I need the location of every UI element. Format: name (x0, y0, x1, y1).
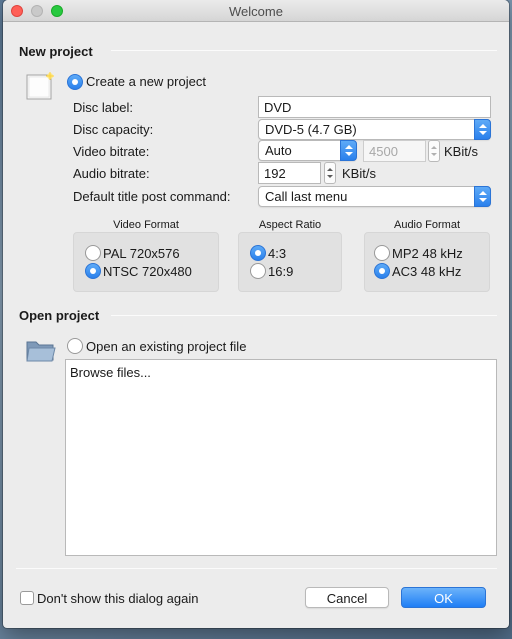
new-document-icon (25, 72, 55, 105)
disc-capacity-label: Disc capacity: (73, 122, 154, 137)
audio-format-group: MP2 48 kHz AC3 48 kHz (364, 232, 490, 292)
aspect-4-3-label[interactable]: 4:3 (268, 246, 286, 261)
dont-show-again-checkbox[interactable] (20, 591, 34, 605)
aspect-16-9-radio[interactable] (250, 263, 266, 279)
disc-capacity-select[interactable]: DVD-5 (4.7 GB) (258, 119, 491, 140)
open-existing-project-radio[interactable] (67, 338, 83, 354)
title-post-command-label: Default title post command: (73, 189, 231, 204)
video-format-title: Video Format (113, 219, 179, 231)
popup-arrows-icon (340, 140, 357, 161)
disc-label-field[interactable]: DVD (258, 96, 491, 118)
video-format-group: PAL 720x576 NTSC 720x480 (73, 232, 219, 292)
disc-capacity-value: DVD-5 (4.7 GB) (265, 122, 357, 137)
ntsc-radio[interactable] (85, 263, 101, 279)
video-bitrate-mode-select[interactable]: Auto (258, 140, 357, 161)
browse-files-area[interactable]: Browse files... (65, 359, 497, 556)
audio-bitrate-field[interactable]: 192 (258, 162, 321, 184)
video-bitrate-field[interactable]: 4500 (363, 140, 426, 162)
folder-icon (25, 336, 57, 367)
new-project-heading: New project (19, 44, 93, 59)
title-bar: Welcome (3, 0, 509, 22)
ac3-radio[interactable] (374, 263, 390, 279)
audio-bitrate-stepper[interactable] (324, 162, 336, 184)
popup-arrows-icon (474, 186, 491, 207)
create-new-project-label[interactable]: Create a new project (86, 74, 206, 89)
aspect-16-9-label[interactable]: 16:9 (268, 264, 293, 279)
dont-show-again-label[interactable]: Don't show this dialog again (37, 591, 198, 606)
footer-divider (16, 568, 497, 569)
video-bitrate-stepper[interactable] (428, 140, 440, 162)
ac3-label[interactable]: AC3 48 kHz (392, 264, 461, 279)
new-project-divider (111, 50, 497, 51)
pal-radio[interactable] (85, 245, 101, 261)
open-project-divider (111, 315, 497, 316)
open-project-heading: Open project (19, 308, 100, 323)
audio-bitrate-label: Audio bitrate: (73, 166, 150, 181)
disc-label-label: Disc label: (73, 100, 133, 115)
aspect-4-3-radio[interactable] (250, 245, 266, 261)
ntsc-label[interactable]: NTSC 720x480 (103, 264, 192, 279)
ok-button[interactable]: OK (401, 587, 486, 608)
aspect-ratio-title: Aspect Ratio (258, 219, 322, 231)
aspect-ratio-group: 4:3 16:9 (238, 232, 342, 292)
video-bitrate-mode-value: Auto (265, 143, 292, 158)
popup-arrows-icon (474, 119, 491, 140)
mp2-radio[interactable] (374, 245, 390, 261)
video-bitrate-label: Video bitrate: (73, 144, 150, 159)
mp2-label[interactable]: MP2 48 kHz (392, 246, 463, 261)
pal-label[interactable]: PAL 720x576 (103, 246, 180, 261)
window-title: Welcome (229, 4, 283, 19)
audio-bitrate-unit: KBit/s (342, 166, 376, 181)
video-bitrate-unit: KBit/s (444, 144, 478, 159)
welcome-dialog: Welcome New project Create a new project… (3, 0, 509, 628)
cancel-button[interactable]: Cancel (305, 587, 389, 608)
open-existing-project-label[interactable]: Open an existing project file (86, 339, 246, 354)
title-post-command-select[interactable]: Call last menu (258, 186, 491, 207)
create-new-project-radio[interactable] (67, 74, 83, 90)
browse-files-text: Browse files... (70, 365, 151, 380)
title-post-command-value: Call last menu (265, 189, 348, 204)
audio-format-title: Audio Format (393, 219, 461, 231)
